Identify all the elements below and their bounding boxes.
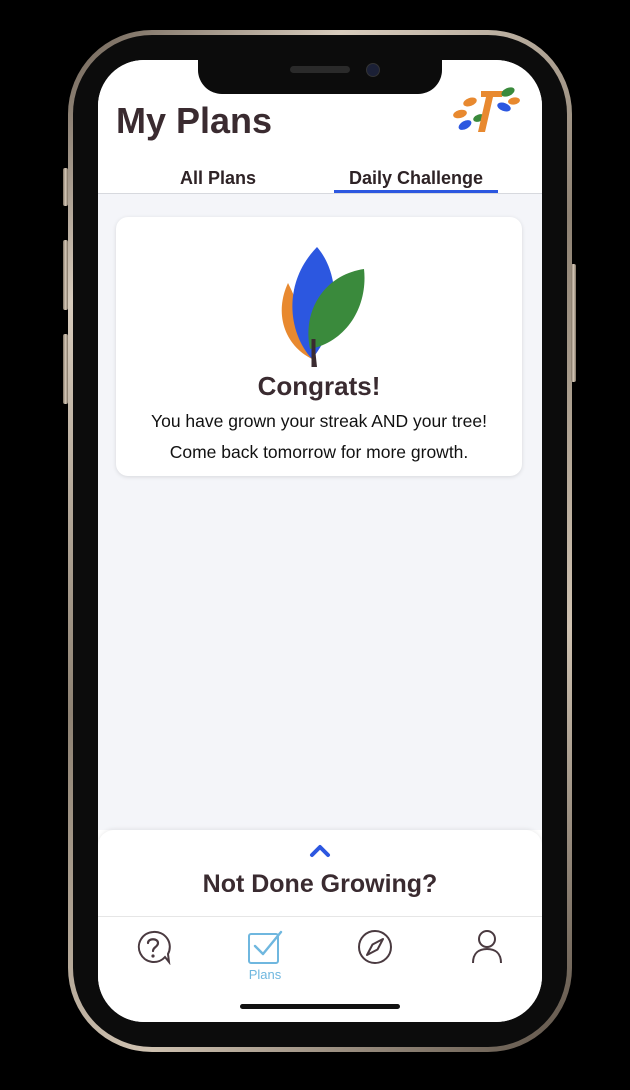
app-logo-icon <box>453 87 520 132</box>
front-camera <box>366 63 380 77</box>
volume-up-button <box>63 240 68 310</box>
compass-icon <box>358 930 392 964</box>
nav-item-explore[interactable] <box>339 925 411 985</box>
nav-label-plans: Plans <box>248 967 282 982</box>
notch <box>198 60 442 94</box>
congrats-heading: Congrats! <box>257 371 381 401</box>
main-content: Congrats! You have grown your streak AND… <box>98 194 542 830</box>
help-chat-icon <box>137 930 171 965</box>
profile-icon <box>472 930 502 964</box>
side-button <box>571 264 576 382</box>
nav-item-plans[interactable]: Plans <box>229 925 301 985</box>
home-indicator[interactable] <box>240 1004 400 1009</box>
nav-item-help[interactable] <box>117 925 189 985</box>
tree-icon <box>281 247 365 367</box>
congrats-card: Congrats! You have grown your streak AND… <box>116 217 522 476</box>
phone-screen: My Plans All Plans Daily Challenge Congr… <box>98 60 542 1022</box>
volume-down-button <box>63 334 68 404</box>
speaker-grille <box>290 66 350 73</box>
nav-item-profile[interactable] <box>451 925 523 985</box>
checkbox-icon <box>248 930 283 964</box>
come-back-message: Come back tomorrow for more growth. <box>169 442 469 462</box>
chevron-up-icon[interactable] <box>309 842 331 858</box>
tab-all-plans[interactable]: All Plans <box>178 168 258 189</box>
bottom-sheet[interactable]: Not Done Growing? <box>98 830 542 916</box>
streak-message: You have grown your streak AND your tree… <box>151 411 487 431</box>
bottom-sheet-title[interactable]: Not Done Growing? <box>98 870 542 899</box>
page-title: My Plans <box>116 100 273 141</box>
mute-switch <box>63 168 68 206</box>
tab-daily-challenge[interactable]: Daily Challenge <box>334 168 498 189</box>
